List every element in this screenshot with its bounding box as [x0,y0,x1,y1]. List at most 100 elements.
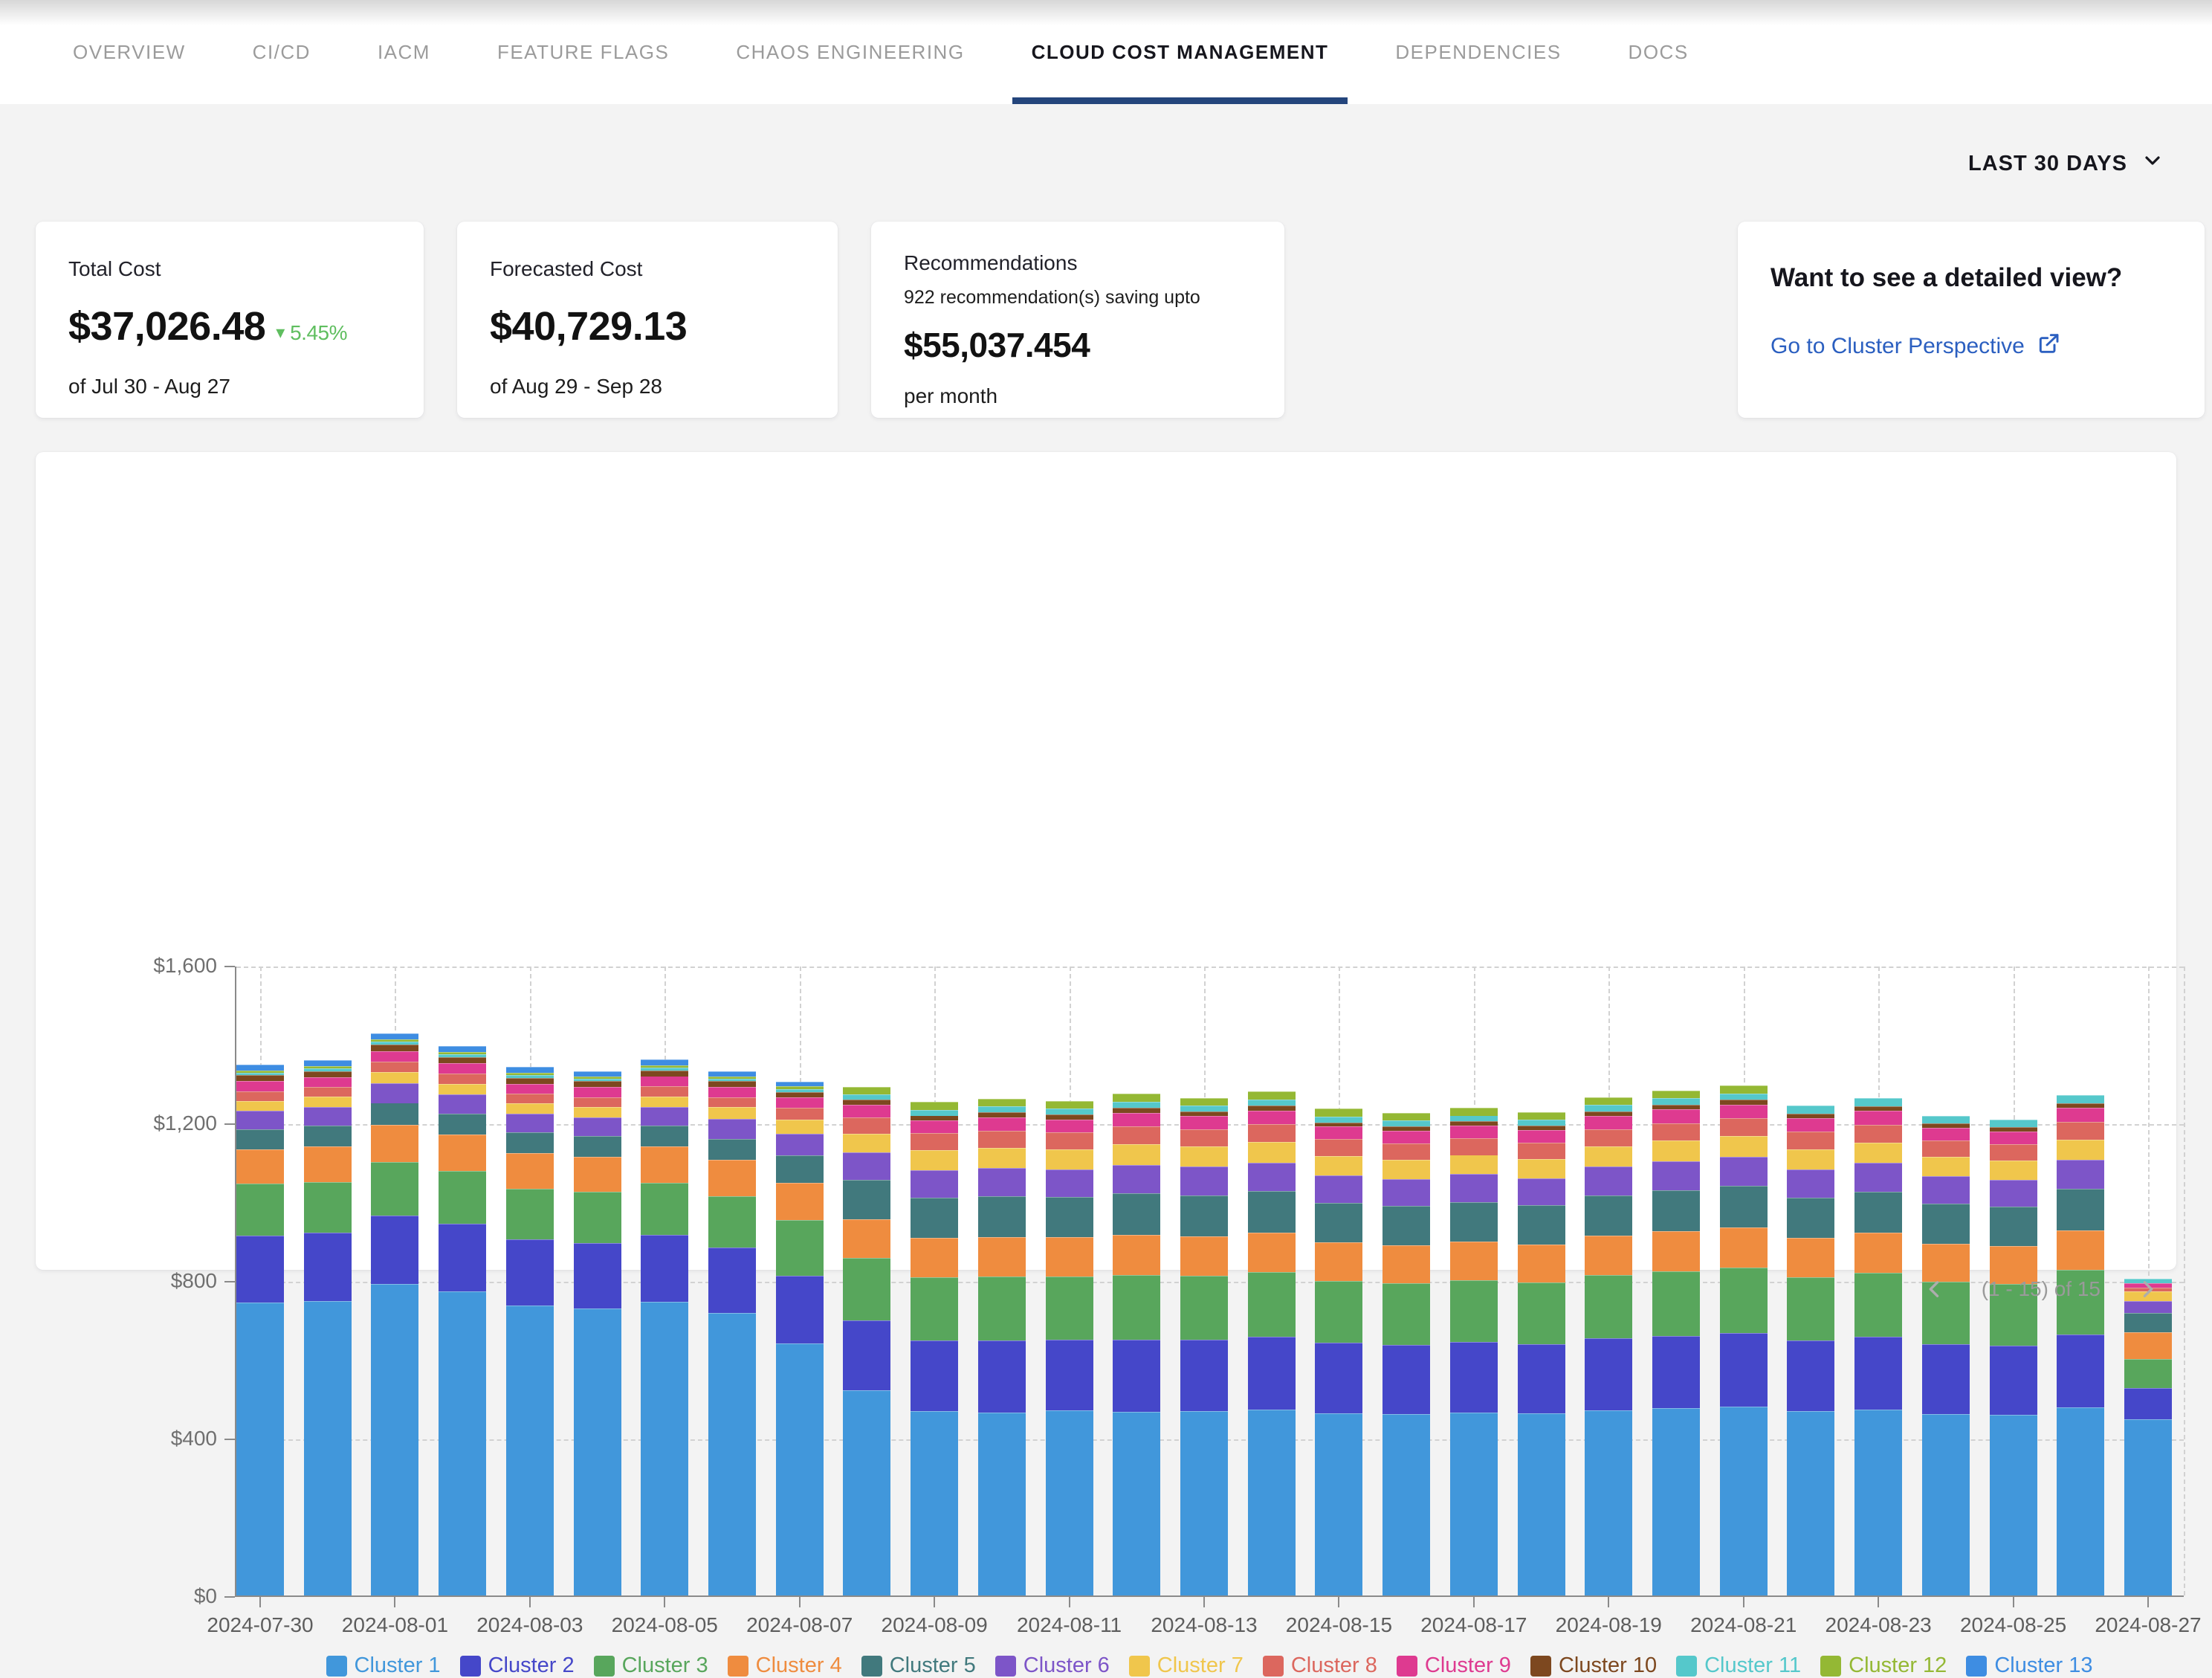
bar-segment-cluster-6[interactable] [1450,1174,1498,1201]
bar-stack-2024-08-08[interactable] [843,1087,890,1595]
bar-segment-cluster-12[interactable] [641,1065,688,1068]
bar-segment-cluster-1[interactable] [1113,1412,1160,1595]
bar-segment-cluster-12[interactable] [1113,1094,1160,1102]
bar-segment-cluster-6[interactable] [911,1170,958,1198]
bar-segment-cluster-6[interactable] [439,1094,486,1114]
bar-segment-cluster-6[interactable] [1854,1163,1902,1192]
bar-stack-2024-08-13[interactable] [1180,1098,1228,1595]
bar-stack-2024-07-31[interactable] [304,1060,352,1595]
bar-segment-cluster-1[interactable] [1787,1411,1834,1595]
bar-segment-cluster-9[interactable] [708,1087,756,1097]
bar-stack-2024-08-16[interactable] [1382,1113,1430,1595]
bar-segment-cluster-11[interactable] [1922,1116,1970,1123]
bar-segment-cluster-3[interactable] [978,1277,1026,1340]
bar-segment-cluster-3[interactable] [911,1277,958,1340]
bar-segment-cluster-11[interactable] [1585,1105,1632,1111]
bar-segment-cluster-2[interactable] [304,1233,352,1300]
bar-segment-cluster-2[interactable] [1922,1344,1970,1414]
bar-segment-cluster-4[interactable] [2124,1332,2172,1359]
bar-segment-cluster-1[interactable] [1518,1413,1565,1595]
bar-stack-2024-07-30[interactable] [236,1065,284,1595]
bar-segment-cluster-7[interactable] [776,1120,824,1134]
bar-segment-cluster-6[interactable] [574,1117,621,1136]
bar-segment-cluster-2[interactable] [1248,1337,1296,1410]
bar-segment-cluster-10[interactable] [1787,1114,1834,1118]
bar-segment-cluster-10[interactable] [1450,1121,1498,1126]
bar-segment-cluster-2[interactable] [1652,1336,1700,1409]
bar-segment-cluster-4[interactable] [439,1135,486,1171]
bar-segment-cluster-9[interactable] [1180,1116,1228,1129]
bar-segment-cluster-5[interactable] [978,1196,1026,1237]
bar-segment-cluster-5[interactable] [1990,1207,2037,1246]
bar-segment-cluster-2[interactable] [574,1243,621,1308]
bar-segment-cluster-1[interactable] [641,1302,688,1595]
bar-segment-cluster-6[interactable] [1382,1179,1430,1207]
bar-segment-cluster-10[interactable] [439,1057,486,1064]
bar-segment-cluster-2[interactable] [1180,1340,1228,1412]
bar-segment-cluster-13[interactable] [574,1071,621,1077]
legend-item-cluster-8[interactable]: Cluster 8 [1263,1653,1377,1678]
bar-segment-cluster-7[interactable] [1720,1136,1768,1157]
bar-segment-cluster-8[interactable] [776,1108,824,1120]
bar-segment-cluster-6[interactable] [1652,1161,1700,1190]
bar-segment-cluster-5[interactable] [2057,1189,2104,1230]
bar-segment-cluster-2[interactable] [776,1276,824,1343]
bar-segment-cluster-1[interactable] [776,1343,824,1595]
bar-segment-cluster-3[interactable] [1787,1277,1834,1340]
bar-segment-cluster-1[interactable] [1046,1410,1093,1595]
bar-segment-cluster-5[interactable] [1046,1197,1093,1237]
tab-docs[interactable]: DOCS [1609,0,1708,104]
bar-segment-cluster-9[interactable] [371,1051,418,1062]
bar-segment-cluster-3[interactable] [708,1196,756,1248]
bar-segment-cluster-4[interactable] [1720,1227,1768,1268]
bar-segment-cluster-3[interactable] [1720,1268,1768,1333]
bar-segment-cluster-9[interactable] [641,1076,688,1086]
bar-stack-2024-08-01[interactable] [371,1033,418,1595]
bar-stack-2024-08-21[interactable] [1720,1085,1768,1595]
bar-segment-cluster-7[interactable] [1450,1155,1498,1174]
bar-segment-cluster-6[interactable] [1922,1176,1970,1204]
bar-segment-cluster-13[interactable] [641,1059,688,1065]
bar-segment-cluster-7[interactable] [708,1107,756,1119]
bar-segment-cluster-3[interactable] [1315,1281,1362,1343]
bar-segment-cluster-3[interactable] [506,1189,554,1240]
bar-segment-cluster-9[interactable] [1787,1118,1834,1132]
bar-segment-cluster-1[interactable] [843,1390,890,1595]
bar-segment-cluster-6[interactable] [1113,1165,1160,1194]
bar-segment-cluster-10[interactable] [2057,1103,2104,1108]
bar-segment-cluster-1[interactable] [1382,1414,1430,1595]
bar-segment-cluster-7[interactable] [1652,1140,1700,1161]
bar-segment-cluster-6[interactable] [1248,1163,1296,1192]
bar-segment-cluster-11[interactable] [1787,1106,1834,1114]
bar-segment-cluster-12[interactable] [1652,1091,1700,1099]
bar-segment-cluster-9[interactable] [1113,1113,1160,1127]
bar-segment-cluster-10[interactable] [843,1100,890,1104]
bar-segment-cluster-7[interactable] [574,1107,621,1117]
bar-segment-cluster-10[interactable] [1382,1126,1430,1131]
bar-segment-cluster-6[interactable] [236,1111,284,1129]
bar-segment-cluster-5[interactable] [304,1126,352,1146]
bar-segment-cluster-3[interactable] [236,1184,284,1236]
bar-segment-cluster-12[interactable] [236,1071,284,1073]
bar-segment-cluster-10[interactable] [371,1045,418,1051]
bar-segment-cluster-7[interactable] [843,1134,890,1152]
bar-segment-cluster-4[interactable] [1787,1238,1834,1277]
bar-stack-2024-08-14[interactable] [1248,1091,1296,1595]
bar-segment-cluster-9[interactable] [1720,1105,1768,1119]
bar-stack-2024-08-10[interactable] [978,1099,1026,1595]
bar-segment-cluster-3[interactable] [1854,1273,1902,1337]
bar-segment-cluster-4[interactable] [1652,1231,1700,1271]
bar-segment-cluster-13[interactable] [236,1065,284,1071]
bar-segment-cluster-11[interactable] [911,1110,958,1116]
bar-segment-cluster-9[interactable] [1854,1111,1902,1125]
bar-segment-cluster-13[interactable] [439,1046,486,1052]
bar-segment-cluster-11[interactable] [1854,1098,1902,1106]
bar-segment-cluster-3[interactable] [1180,1276,1228,1340]
bar-segment-cluster-8[interactable] [1248,1124,1296,1142]
legend-item-cluster-3[interactable]: Cluster 3 [594,1653,708,1678]
bar-segment-cluster-4[interactable] [776,1183,824,1220]
bar-segment-cluster-10[interactable] [978,1112,1026,1117]
bar-segment-cluster-8[interactable] [1990,1144,2037,1161]
bar-segment-cluster-1[interactable] [304,1301,352,1595]
legend-item-cluster-12[interactable]: Cluster 12 [1820,1653,1947,1678]
